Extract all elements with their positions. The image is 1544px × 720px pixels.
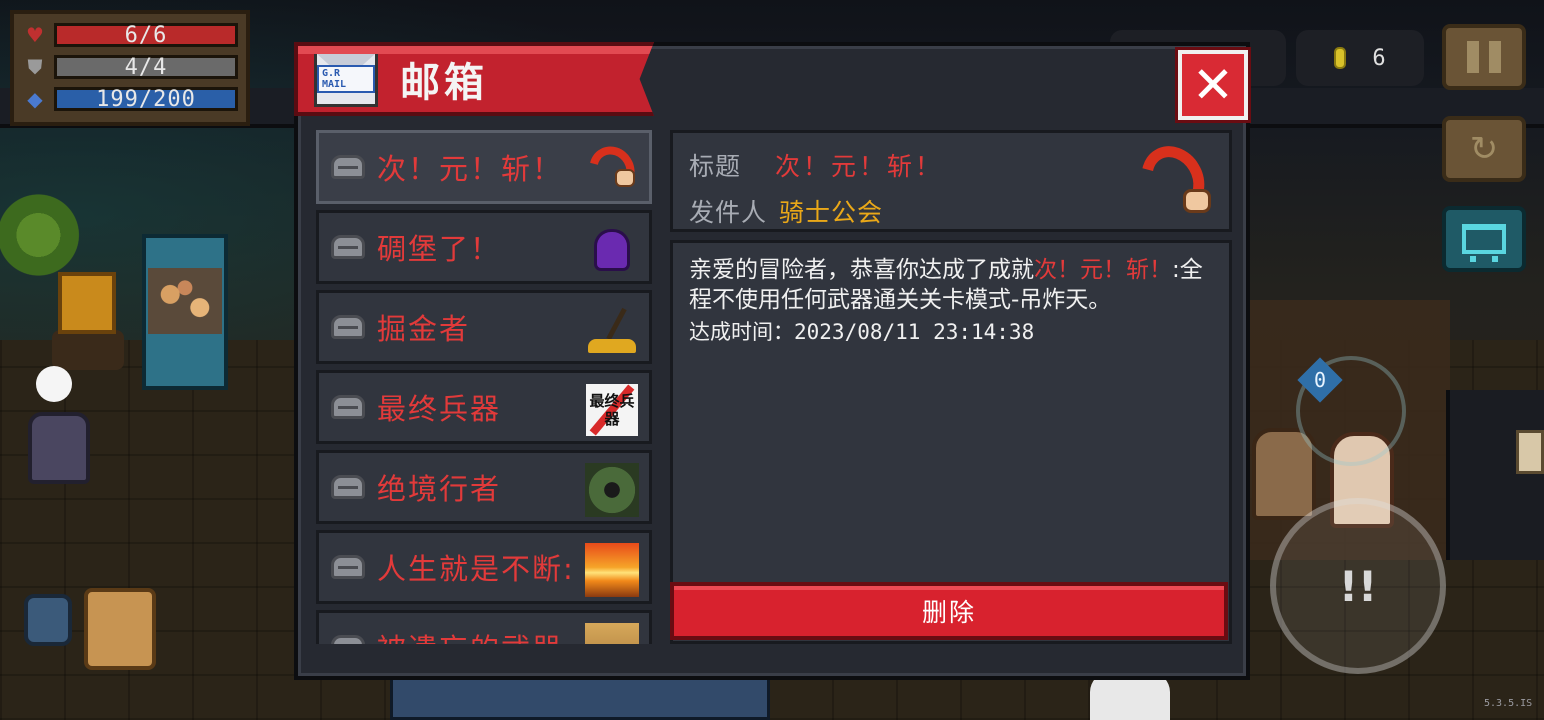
mail-sender-row: 发件人 骑士公会 [689, 193, 883, 229]
mail-item[interactable]: 被遗忘的武器 [316, 610, 652, 644]
mailbox-header: G.R MAIL 邮箱 [294, 42, 654, 116]
side-wall [1446, 390, 1544, 560]
delete-label: 删除 [921, 598, 976, 627]
plant-decoration [0, 190, 96, 280]
mail-item-label: 被遗忘的武器 [377, 626, 563, 644]
barrel [24, 594, 72, 646]
mail-item[interactable]: 碉堡了！ [316, 210, 652, 284]
mail-item-label: 掘金者 [377, 312, 471, 346]
hp-value: 6/6 [54, 23, 238, 48]
armor-row: ⛊ 4/4 [22, 52, 238, 82]
mail-item[interactable]: 绝境行者 [316, 450, 652, 524]
player-stats-panel: ♥ 6/6 ⛊ 4/4 ◆ 199/200 [10, 10, 250, 126]
close-button[interactable]: ✕ [1175, 47, 1251, 123]
energy-row: ◆ 199/200 [22, 84, 238, 114]
mail-item-selected[interactable]: 次！元！斩！ [316, 130, 652, 204]
mail-icon [331, 315, 365, 339]
pause-icon [1467, 41, 1501, 73]
mail-list[interactable]: 次！元！斩！ 碉堡了！ 掘金者 最终兵器 最终兵器 绝境行者 人生就是不断: [316, 130, 654, 644]
sunset-icon [585, 543, 639, 597]
envelope-stamp: G.R MAIL [317, 65, 375, 93]
mail-item-label: 碉堡了！ [377, 232, 502, 266]
refresh-button[interactable]: ↻ [1442, 116, 1526, 182]
mail-item-label: 绝境行者 [377, 472, 502, 506]
final-weapon-icon: 最终兵器 [585, 383, 639, 437]
pause-button[interactable] [1442, 24, 1526, 90]
diamond-icon: ◆ [27, 87, 43, 111]
pedestal [52, 330, 124, 370]
armor-value: 4/4 [54, 55, 238, 80]
mail-detail-header: 标题 次！元！斩！ 发件人 骑士公会 [670, 130, 1232, 232]
mail-item[interactable]: 人生就是不断: [316, 530, 652, 604]
skill-icon: !! [1338, 561, 1378, 611]
energy-value: 199/200 [54, 87, 238, 112]
mail-icon [331, 555, 365, 579]
time-label: 达成时间： [689, 320, 794, 344]
shield-icon: ⛊ [27, 55, 43, 79]
weapon-switch-button[interactable]: 0 [1296, 356, 1406, 466]
sender-label: 发件人 [689, 198, 768, 227]
crescent-blade-icon [580, 138, 644, 202]
pet-character [84, 588, 156, 670]
dark-forest-icon [585, 463, 639, 517]
player-character [28, 412, 90, 484]
achieved-time: 达成时间：2023/08/11 23:14:38 [689, 317, 1213, 347]
refresh-icon: ↻ [1469, 129, 1499, 169]
mail-icon [331, 235, 365, 259]
mail-item-label: 人生就是不断: [377, 552, 575, 586]
mailbox-window: G.R MAIL 邮箱 ✕ 次！元！斩！ 碉堡了！ 掘金者 最终兵器 最终兵器 … [294, 42, 1251, 680]
skill-button[interactable]: !! [1270, 498, 1446, 674]
wall-note [1516, 430, 1544, 474]
close-icon: ✕ [1192, 56, 1234, 114]
delete-button[interactable]: 删除 [670, 582, 1228, 640]
coin-count: 6 [1372, 45, 1386, 71]
shovel-gold-icon [585, 303, 639, 357]
coin-counter: 6 [1296, 30, 1424, 86]
shop-button[interactable] [1442, 206, 1526, 272]
hp-row: ♥ 6/6 [22, 20, 238, 50]
sender-value: 骑士公会 [779, 198, 884, 227]
mail-icon [331, 395, 365, 419]
golden-totem [58, 272, 116, 334]
purple-ghost-icon [585, 223, 639, 277]
body-achievement: 次！元！斩！ [1034, 257, 1172, 283]
mail-item-label: 最终兵器 [377, 392, 502, 426]
mail-icon [331, 155, 365, 179]
mail-title-row: 标题 次！元！斩！ [689, 147, 943, 183]
joystick-dot[interactable] [36, 366, 72, 402]
version-label: 5.3.5.IS [1484, 698, 1533, 709]
mail-icon [331, 635, 365, 644]
body-prefix: 亲爱的冒险者，恭喜你达成了成就 [689, 257, 1034, 283]
mail-envelope-icon: G.R MAIL [314, 51, 378, 107]
heart-icon: ♥ [26, 23, 44, 47]
sand-icon [585, 623, 639, 644]
cart-icon [1462, 224, 1506, 262]
mailbox-title: 邮箱 [400, 60, 488, 106]
title-label: 标题 [689, 152, 742, 181]
coin-icon [1334, 47, 1347, 69]
crescent-blade-icon [1129, 134, 1217, 226]
floor-object [390, 676, 770, 720]
mail-item[interactable]: 掘金者 [316, 290, 652, 364]
gacha-machine-glass [148, 268, 222, 334]
title-value: 次！元！斩！ [775, 152, 944, 181]
mail-item-label: 次！元！斩！ [377, 152, 564, 186]
mail-body-text: 亲爱的冒险者，恭喜你达成了成就次！元！斩！:全程不使用任何武器通关关卡模式-吊炸… [689, 255, 1213, 315]
mail-item[interactable]: 最终兵器 最终兵器 [316, 370, 652, 444]
mail-icon [331, 475, 365, 499]
time-value: 2023/08/11 23:14:38 [794, 320, 1035, 344]
